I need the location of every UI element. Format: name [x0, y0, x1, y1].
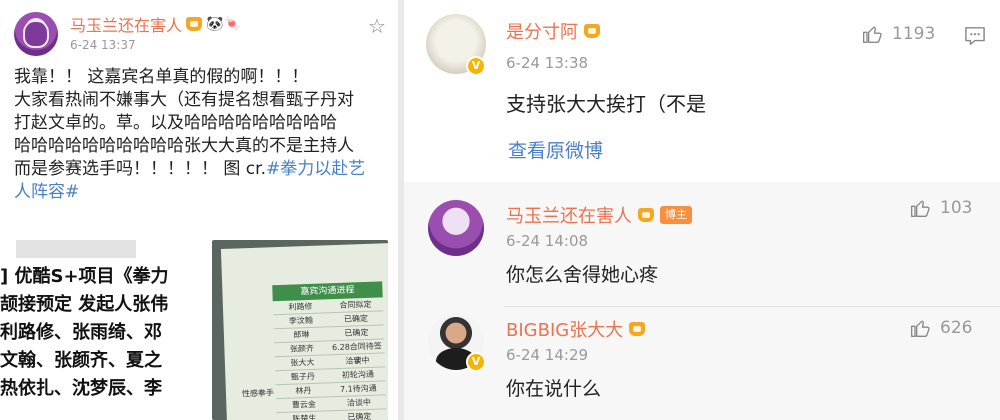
body-line-text: 而是参赛选手吗！！！！！ 图 cr. — [14, 159, 266, 179]
like-count: 1193 — [892, 24, 936, 44]
image-text-line: ] 优酷S+项目《拳力 — [0, 266, 169, 287]
vip-crown-icon — [186, 17, 203, 31]
author-badge: 博主 — [660, 206, 692, 224]
avatar[interactable] — [14, 12, 58, 56]
reply-list: 马玉兰还在害人 博主 6-24 14:08 103 你怎么舍得她心疼 V BIG… — [404, 182, 1000, 420]
name-emojis: 🐼🍬 — [206, 16, 241, 32]
thumbs-up-icon — [910, 198, 930, 218]
like-button[interactable]: 626 — [910, 318, 972, 338]
thumbs-up-icon — [862, 24, 882, 44]
reply-author[interactable]: BIGBIG张大大 — [506, 316, 646, 342]
left-post-panel: 马玉兰还在害人 🐼🍬 6-24 13:37 ☆ 我靠！！ 这嘉宾名单真的假的啊！… — [0, 0, 398, 420]
body-line: 我靠！！ 这嘉宾名单真的假的啊！！！ — [14, 67, 309, 87]
author-name[interactable]: 马玉兰还在害人 — [70, 12, 182, 36]
verified-badge-icon: V — [466, 56, 486, 76]
body-line: 而是参赛选手吗！！！！！ 图 cr.#拳力以赴艺 — [14, 158, 394, 181]
reply-text: 你在说什么 — [506, 378, 602, 400]
sheet-side-label: 性感拳手 — [241, 388, 275, 399]
vip-crown-icon — [638, 208, 654, 222]
like-button[interactable]: 1193 — [862, 24, 935, 44]
like-count: 103 — [940, 198, 973, 218]
hashtag-link-cont[interactable]: 人阵容# — [14, 181, 394, 204]
thumbs-up-icon — [910, 318, 930, 338]
author-name[interactable]: BIGBIG张大大 — [506, 316, 623, 342]
image-text-line: 热依扎、沈梦辰、李 — [0, 378, 162, 399]
reply-text: 你怎么舍得她心疼 — [506, 264, 659, 286]
comment-icon[interactable] — [964, 26, 986, 46]
image-text-line: 利路修、张雨绮、邓 — [0, 322, 162, 343]
star-icon[interactable]: ☆ — [368, 14, 386, 38]
verified-badge-icon: V — [466, 352, 486, 372]
post-author[interactable]: 马玉兰还在害人 🐼🍬 — [70, 12, 241, 36]
author-name[interactable]: 马玉兰还在害人 — [506, 202, 632, 228]
body-line: 大家看热闹不嫌事大（还有提名想看甄子丹对 — [14, 90, 354, 110]
reply-timestamp: 6-24 14:08 — [506, 232, 589, 250]
body-line: 哈哈哈哈哈哈哈哈哈哈张大大真的不是主持人 — [14, 136, 354, 156]
vip-crown-icon — [584, 24, 600, 38]
image-text-line: 文翰、张颜齐、夏之 — [0, 350, 162, 371]
post-image-2[interactable]: 嘉宾沟通进程 利路修 合同拟定 李汶翰 已确定 郎琳 已确定 张颜齐 6.28合同待签字… — [212, 240, 388, 420]
post-timestamp: 6-24 13:37 — [70, 38, 136, 52]
avatar[interactable] — [428, 200, 484, 256]
post-image-1[interactable]: ] 优酷S+项目《拳力 颉接预定 发起人张伟 利路修、张雨绮、邓 文翰、张颜齐、… — [0, 236, 200, 420]
vip-crown-icon — [629, 322, 646, 336]
image-text-line: 颉接预定 发起人张伟 — [0, 294, 169, 315]
hashtag-link[interactable]: #拳力以赴艺 — [266, 159, 365, 179]
like-count: 626 — [940, 318, 973, 338]
view-original-link[interactable]: 查看原微博 — [508, 136, 603, 163]
right-comment-panel: V 是分寸阿 6-24 13:38 1193 支持张大大挨打（不是 查看原微博 … — [404, 0, 1000, 420]
comment-text: 支持张大大挨打（不是 — [506, 92, 706, 116]
reply-author[interactable]: 马玉兰还在害人 博主 — [506, 202, 692, 228]
body-line: 打赵文卓的。草。以及哈哈哈哈哈哈哈哈哈 — [14, 113, 337, 133]
post-body: 我靠！！ 这嘉宾名单真的假的啊！！！ 大家看热闹不嫌事大（还有提名想看甄子丹对 … — [14, 66, 394, 204]
author-name[interactable]: 是分寸阿 — [506, 18, 578, 44]
reply-timestamp: 6-24 14:29 — [506, 346, 589, 364]
divider — [504, 306, 1000, 307]
comment-timestamp: 6-24 13:38 — [506, 54, 589, 72]
comment-author[interactable]: 是分寸阿 — [506, 18, 600, 44]
like-button[interactable]: 103 — [910, 198, 972, 218]
